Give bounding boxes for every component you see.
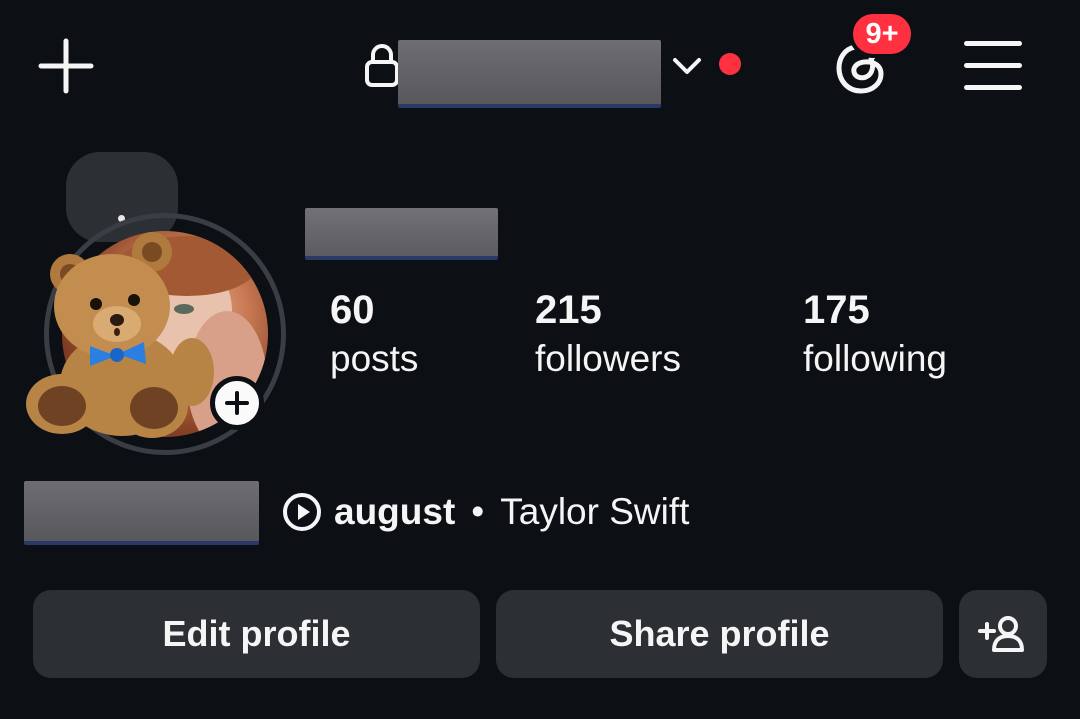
teddy-bear-avatar-sticker	[26, 232, 214, 438]
chevron-down-icon	[673, 58, 701, 74]
add-story-button[interactable]	[210, 376, 264, 430]
song-title: august	[334, 491, 456, 532]
new-post-button[interactable]	[28, 28, 104, 104]
hamburger-menu-icon	[964, 40, 1022, 46]
followers-label: followers	[535, 338, 681, 379]
add-person-icon	[978, 616, 1024, 652]
menu-button[interactable]	[958, 32, 1028, 98]
following-stat[interactable]: 175 following	[803, 286, 947, 384]
edit-profile-button[interactable]: Edit profile	[33, 590, 480, 678]
lock-icon	[365, 44, 399, 87]
song-artist: Taylor Swift	[500, 491, 690, 532]
threads-notification-badge: 9+	[849, 10, 915, 58]
posts-count: 60	[330, 288, 375, 332]
posts-stat[interactable]: 60 posts	[330, 286, 418, 384]
posts-label: posts	[330, 338, 419, 379]
share-profile-label: Share profile	[609, 613, 830, 654]
display-name-redacted	[305, 208, 498, 260]
song-separator: •	[471, 491, 485, 532]
share-profile-button[interactable]: Share profile	[496, 590, 943, 678]
followers-count: 215	[535, 288, 602, 332]
edit-profile-label: Edit profile	[162, 613, 351, 654]
notification-dot	[719, 53, 741, 75]
plus-icon	[225, 391, 249, 415]
followers-stat[interactable]: 215 followers	[535, 286, 681, 384]
play-circle-icon	[283, 493, 321, 531]
following-count: 175	[803, 288, 870, 332]
plus-icon	[38, 38, 94, 94]
following-label: following	[803, 338, 947, 379]
discover-people-button[interactable]	[959, 590, 1047, 678]
account-switcher-button[interactable]	[664, 46, 710, 86]
username-redacted[interactable]	[398, 40, 661, 108]
bio-redacted	[24, 481, 259, 545]
profile-music[interactable]: august • Taylor Swift	[282, 486, 689, 538]
